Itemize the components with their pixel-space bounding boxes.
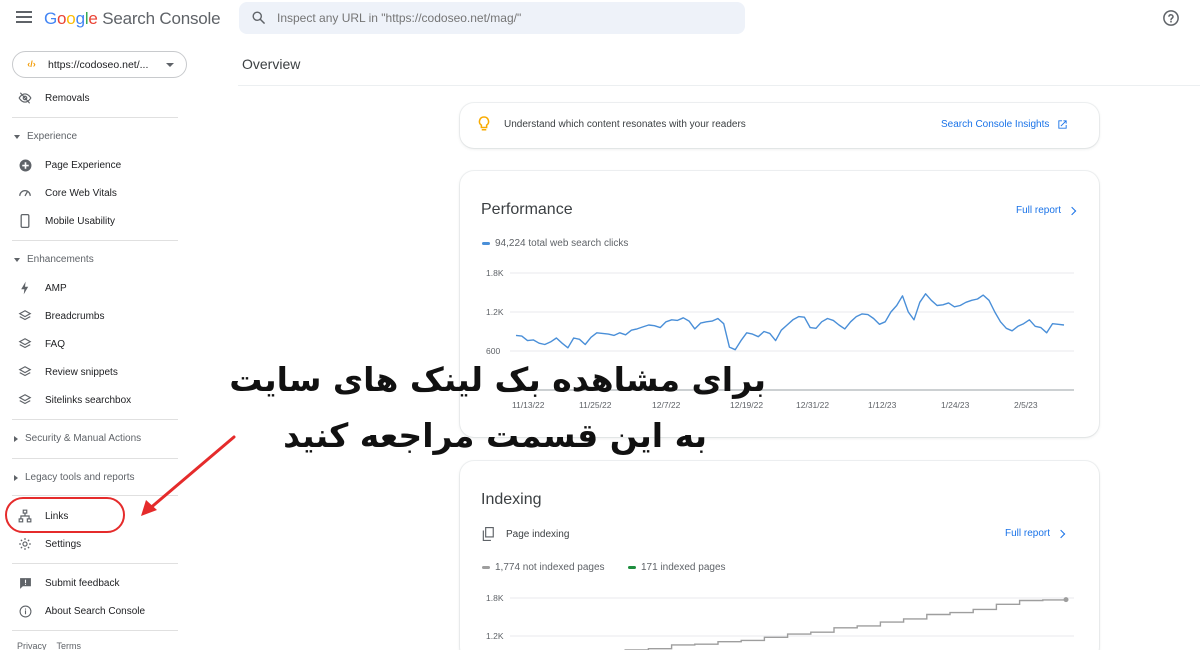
- sidebar-item-sitelinks-searchbox[interactable]: Sitelinks searchbox: [18, 391, 131, 409]
- property-url: https://codoseo.net/...: [48, 59, 149, 71]
- page-title: Overview: [242, 56, 301, 72]
- sidebar-item-about[interactable]: About Search Console: [18, 602, 145, 620]
- insights-link-label: Search Console Insights: [941, 119, 1050, 130]
- sidebar-item-core-web-vitals[interactable]: Core Web Vitals: [18, 184, 117, 202]
- sidebar-item-label: Core Web Vitals: [45, 187, 117, 199]
- x-tick-label: 1/24/23: [941, 400, 970, 410]
- sidebar-item-label: Settings: [45, 538, 82, 550]
- x-tick-label: 11/25/22: [579, 400, 612, 410]
- divider: [12, 495, 178, 496]
- divider: [12, 240, 178, 241]
- x-tick-label: 12/19/22: [730, 400, 763, 410]
- help-icon[interactable]: [1162, 9, 1180, 27]
- sidebar-item-review-snippets[interactable]: Review snippets: [18, 363, 118, 381]
- privacy-link[interactable]: Privacy: [17, 641, 47, 650]
- property-selector[interactable]: ‹/› https://codoseo.net/...: [12, 51, 187, 78]
- info-icon: [18, 604, 32, 618]
- y-tick-label: 600: [486, 346, 500, 356]
- feedback-icon: [18, 576, 32, 590]
- indexing-chart[interactable]: 1.2K 1.8K: [460, 461, 1099, 650]
- layers-icon: [18, 309, 32, 323]
- caret-right-icon: [14, 474, 18, 481]
- insights-link[interactable]: Search Console Insights: [941, 119, 1068, 130]
- eye-off-icon: [18, 91, 32, 105]
- sidebar-item-label: Sitelinks searchbox: [45, 394, 132, 406]
- sidebar-item-label: Submit feedback: [45, 577, 120, 589]
- section-legacy-tools[interactable]: Legacy tools and reports: [14, 472, 135, 483]
- annotation-line-2: به این قسمت مراجعه کنید: [283, 416, 707, 455]
- sidebar-item-submit-feedback[interactable]: Submit feedback: [18, 574, 120, 592]
- sidebar-item-removals[interactable]: Removals: [18, 89, 89, 107]
- links-highlight-circle: [5, 497, 125, 533]
- layers-icon: [18, 393, 32, 407]
- section-security[interactable]: Security & Manual Actions: [14, 433, 141, 444]
- sidebar-item-settings[interactable]: Settings: [18, 535, 81, 553]
- sidebar-item-label: Breadcrumbs: [45, 310, 105, 322]
- not-indexed-series-line: [624, 599, 1067, 650]
- plus-circle-icon: [18, 158, 32, 172]
- insights-text: Understand which content resonates with …: [504, 119, 746, 130]
- sidebar-item-amp[interactable]: AMP: [18, 279, 67, 297]
- section-experience[interactable]: Experience: [14, 131, 77, 142]
- sidebar-item-label: FAQ: [45, 338, 66, 350]
- section-label: Enhancements: [27, 254, 94, 265]
- section-label: Experience: [27, 131, 78, 142]
- sidebar-item-label: Mobile Usability: [45, 215, 116, 227]
- caret-down-icon: [14, 134, 20, 139]
- divider: [12, 117, 178, 118]
- x-tick-label: 11/13/22: [512, 400, 545, 410]
- sidebar-item-page-experience[interactable]: Page Experience: [18, 156, 121, 174]
- top-bar: Google Search Console: [0, 0, 1200, 38]
- divider: [12, 458, 178, 459]
- section-enhancements[interactable]: Enhancements: [14, 254, 94, 265]
- sidebar-item-label: Review snippets: [45, 366, 118, 378]
- header-divider: [238, 85, 1200, 86]
- clicks-series-line: [515, 293, 1065, 351]
- search-input[interactable]: [277, 8, 717, 28]
- site-favicon: ‹/›: [25, 59, 38, 70]
- sidebar-item-label: Page Experience: [45, 159, 122, 171]
- section-label: Security & Manual Actions: [25, 433, 142, 444]
- caret-right-icon: [14, 435, 18, 442]
- divider: [12, 419, 178, 420]
- x-tick-label: 1/12/23: [868, 400, 897, 410]
- sidebar-item-label: AMP: [45, 282, 67, 294]
- footer-links: Privacy Terms: [17, 641, 91, 650]
- divider: [12, 630, 178, 631]
- section-label: Legacy tools and reports: [25, 472, 135, 483]
- y-tick-label: 1.2K: [486, 307, 504, 317]
- gear-icon: [18, 537, 32, 551]
- layers-icon: [18, 337, 32, 351]
- x-tick-label: 12/7/22: [652, 400, 681, 410]
- sidebar-item-faq[interactable]: FAQ: [18, 335, 65, 353]
- indexing-card: Indexing Page indexing Full report 1,774…: [460, 461, 1099, 650]
- y-tick-label: 1.8K: [486, 593, 504, 603]
- gauge-icon: [18, 186, 32, 200]
- app-logo[interactable]: Google Search Console: [44, 9, 221, 29]
- lightbulb-icon: [478, 116, 490, 131]
- caret-down-icon: [14, 257, 20, 262]
- chevron-down-icon: [166, 63, 174, 67]
- menu-icon[interactable]: [16, 11, 32, 25]
- sidebar-item-breadcrumbs[interactable]: Breadcrumbs: [18, 307, 104, 325]
- search-icon: [252, 11, 265, 24]
- x-tick-label: 2/5/23: [1014, 400, 1038, 410]
- not-indexed-end-point: [1063, 597, 1069, 603]
- y-tick-label: 1.2K: [486, 631, 504, 641]
- phone-icon: [18, 214, 32, 228]
- sidebar-item-label: Removals: [45, 92, 90, 104]
- y-tick-label: 1.8K: [486, 268, 504, 278]
- lightning-icon: [18, 281, 32, 295]
- url-inspection-search[interactable]: [239, 2, 745, 34]
- divider: [12, 563, 178, 564]
- sidebar-item-mobile-usability[interactable]: Mobile Usability: [18, 212, 115, 230]
- annotation-line-1: برای مشاهده بک لینک های سایت: [229, 360, 766, 399]
- layers-icon: [18, 365, 32, 379]
- x-tick-label: 12/31/22: [796, 400, 829, 410]
- terms-link[interactable]: Terms: [57, 641, 82, 650]
- sidebar-item-label: About Search Console: [45, 605, 146, 617]
- external-link-icon: [1058, 120, 1068, 129]
- product-name: Search Console: [102, 9, 221, 28]
- insights-banner: Understand which content resonates with …: [460, 103, 1099, 148]
